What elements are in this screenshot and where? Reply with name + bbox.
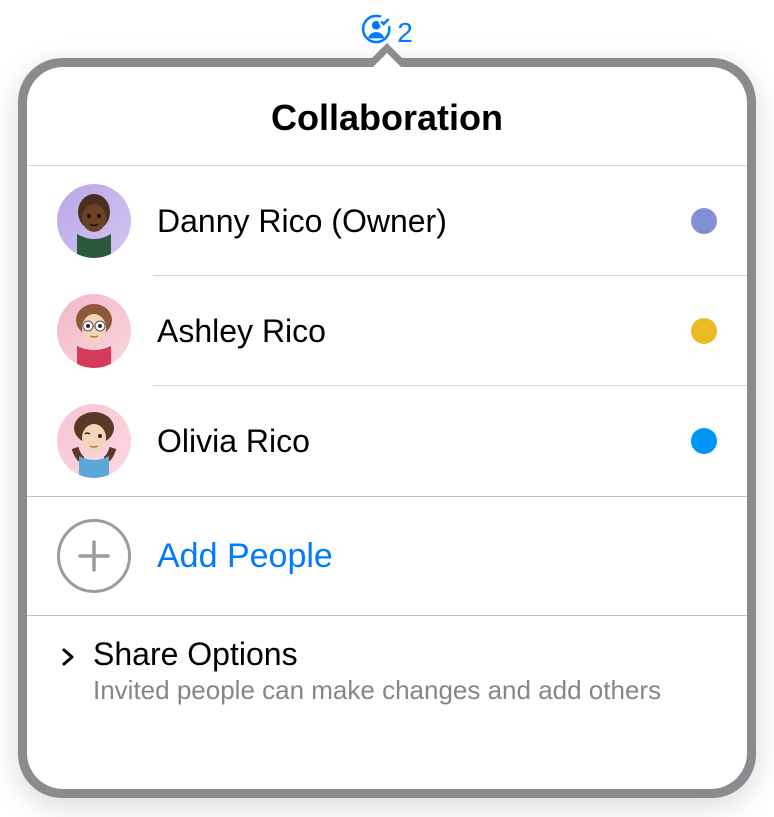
popover-content: Collaboration Danny Rico (Owner) bbox=[27, 67, 747, 789]
share-options-content: Share Options Invited people can make ch… bbox=[93, 636, 717, 706]
people-list: Danny Rico (Owner) bbox=[27, 166, 747, 496]
share-options-button[interactable]: Share Options Invited people can make ch… bbox=[27, 616, 747, 730]
avatar bbox=[57, 294, 131, 368]
popover-title: Collaboration bbox=[27, 67, 747, 166]
status-dot bbox=[691, 208, 717, 234]
avatar bbox=[57, 404, 131, 478]
plus-icon bbox=[57, 519, 131, 593]
person-row[interactable]: Olivia Rico bbox=[27, 386, 747, 496]
collaboration-badge-count: 2 bbox=[397, 17, 413, 49]
add-people-button[interactable]: Add People bbox=[27, 497, 747, 615]
chevron-right-icon bbox=[57, 646, 79, 668]
share-options-subtitle: Invited people can make changes and add … bbox=[93, 675, 717, 706]
person-row-owner[interactable]: Danny Rico (Owner) bbox=[27, 166, 747, 276]
avatar bbox=[57, 184, 131, 258]
person-check-icon bbox=[361, 14, 391, 51]
person-name: Ashley Rico bbox=[157, 313, 691, 350]
share-options-title: Share Options bbox=[93, 636, 717, 673]
add-people-label: Add People bbox=[157, 537, 333, 576]
status-dot bbox=[691, 318, 717, 344]
collaboration-badge[interactable]: 2 bbox=[361, 14, 413, 51]
person-row[interactable]: Ashley Rico bbox=[27, 276, 747, 386]
person-name: Olivia Rico bbox=[157, 423, 691, 460]
status-dot bbox=[691, 428, 717, 454]
person-name: Danny Rico (Owner) bbox=[157, 203, 691, 240]
collaboration-popover: Collaboration Danny Rico (Owner) bbox=[18, 58, 756, 798]
